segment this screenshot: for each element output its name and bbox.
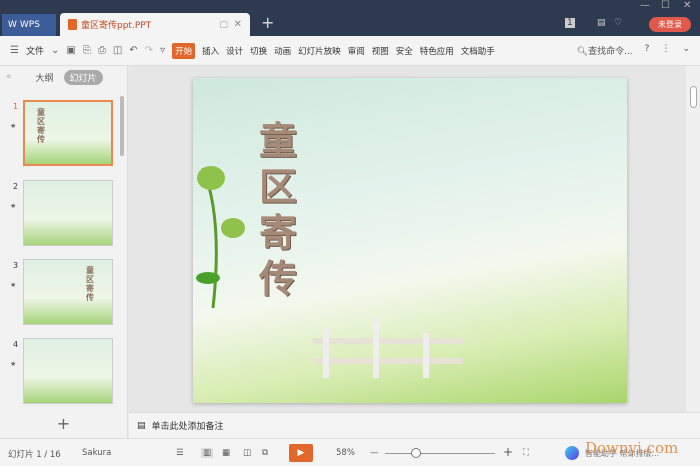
new-tab-button[interactable]: + <box>261 13 274 32</box>
menu-icon[interactable]: ☰ <box>10 45 19 56</box>
menu-review[interactable]: 审阅 <box>348 45 365 57</box>
slide-counter: 幻灯片 1 / 16 <box>8 450 61 460</box>
customize-icon[interactable]: ▿ <box>160 45 165 56</box>
minimize-icon[interactable]: — <box>640 0 650 11</box>
notes-area[interactable]: ▤ 单击此处添加备注 <box>129 412 700 438</box>
watermark: Downyi.com <box>585 439 679 457</box>
star-icon: ★ <box>10 202 17 210</box>
close-window-icon[interactable]: ✕ <box>683 0 691 11</box>
search-command[interactable]: 🔍︎查找命令... <box>577 44 633 57</box>
menu-transition[interactable]: 切换 <box>250 45 267 57</box>
menu-view[interactable]: 视图 <box>372 45 389 57</box>
wps-logo-icon: W <box>8 20 17 30</box>
collapse-ribbon-icon[interactable]: ⌄ <box>682 44 690 57</box>
menu-security[interactable]: 安全 <box>396 45 413 57</box>
star-icon: ★ <box>10 281 17 289</box>
wps-home-tab[interactable]: W WPS <box>2 14 56 36</box>
slide-thumbnail[interactable]: 1 ★ 童区寄传 <box>0 100 120 168</box>
normal-view-icon[interactable]: ▥ <box>201 448 214 458</box>
wps-tab-label: WPS <box>19 20 40 30</box>
panel-scrollbar[interactable] <box>120 96 124 156</box>
thumbnail-title: 童区寄传 <box>37 108 45 144</box>
vine-illustration <box>196 166 245 308</box>
ribbon-toolbar: ☰ 文件 ⌄ ▣ ⎘ ⎙ ◫ ↶ ↷ ▿ 开始 插入 设计 切换 动画 幻灯片放… <box>0 36 700 66</box>
file-menu[interactable]: 文件 <box>26 44 44 57</box>
menu-design[interactable]: 设计 <box>226 45 243 57</box>
thumbnail-image <box>23 180 113 246</box>
undo-icon[interactable]: ↶ <box>129 45 137 56</box>
thumbnail-image: 童区寄传 <box>23 100 113 166</box>
zoom-slider-handle[interactable] <box>411 448 421 458</box>
thumbnail-title: 童区寄传 <box>86 266 94 302</box>
slide-panel: « 大纲 幻灯片 1 ★ 童区寄传 2 ★ 3 ★ 童区寄传 4 ★ <box>0 66 128 412</box>
zoom-slider[interactable] <box>385 453 495 454</box>
search-label: 查找命令... <box>588 47 633 57</box>
save-icon[interactable]: ▣ <box>66 45 75 56</box>
slide-title[interactable]: 童区寄传 <box>259 118 303 302</box>
presenter-icon[interactable]: ⧉ <box>262 448 268 458</box>
close-tab-icon[interactable]: ✕ <box>234 19 242 30</box>
fence-illustration <box>313 318 463 378</box>
slide-canvas: 童区寄传 <box>129 66 686 412</box>
status-bar: 幻灯片 1 / 16 Sakura ☰ ▥ ▦ ◫ ⧉ ▶ 58% — + ⛶ … <box>0 438 700 466</box>
zoom-out-icon[interactable]: — <box>370 448 379 458</box>
title-bar: W WPS 童区寄传ppt.PPT ▢ ✕ + 1 ▤ ♡ 未登录 — ☐ ✕ <box>0 0 700 36</box>
thumbnail-image: 童区寄传 <box>23 259 113 325</box>
maximize-icon[interactable]: ☐ <box>661 0 670 11</box>
menu-slideshow[interactable]: 幻灯片放映 <box>298 45 341 57</box>
ppt-file-icon <box>68 19 77 30</box>
star-icon: ★ <box>10 360 17 368</box>
scroll-thumb[interactable] <box>690 86 697 108</box>
help-button[interactable]: ? <box>645 44 650 57</box>
add-slide-button[interactable]: + <box>0 412 128 438</box>
window-count-badge[interactable]: 1 <box>565 18 575 28</box>
menu-animation[interactable]: 动画 <box>274 45 291 57</box>
chevron-down-icon[interactable]: ⌄ <box>51 45 59 56</box>
notes-toggle-icon[interactable]: ☰ <box>176 448 184 458</box>
pin-icon[interactable]: ▢ <box>219 20 228 30</box>
assistant-icon[interactable] <box>565 446 579 460</box>
slide-number: 3 <box>13 261 19 270</box>
slide-thumbnail[interactable]: 3 ★ 童区寄传 <box>0 259 120 327</box>
slide-number: 2 <box>13 182 19 191</box>
menu-assistant[interactable]: 文档助手 <box>461 45 495 57</box>
skin-icon[interactable]: ♡ <box>614 18 622 28</box>
reading-view-icon[interactable]: ◫ <box>243 448 251 458</box>
export-icon[interactable]: ⎘ <box>83 45 91 56</box>
thumbnail-image <box>23 338 113 404</box>
zoom-level[interactable]: 58% <box>336 448 355 458</box>
preview-icon[interactable]: ◫ <box>113 45 122 56</box>
slide-number: 1 <box>13 102 19 111</box>
document-tab[interactable]: 童区寄传ppt.PPT ▢ ✕ <box>60 13 250 36</box>
more-icon[interactable]: ⋮ <box>661 44 670 57</box>
slide-thumbnail[interactable]: 2 ★ <box>0 180 120 248</box>
notes-placeholder: 单击此处添加备注 <box>151 422 224 432</box>
search-icon: 🔍︎ <box>576 47 589 57</box>
menu-features[interactable]: 特色应用 <box>420 45 454 57</box>
notes-icon: ▤ <box>137 420 146 431</box>
tab-outline[interactable]: 大纲 <box>36 71 54 84</box>
slide-thumbnail[interactable]: 4 ★ <box>0 338 120 406</box>
document-tab-label: 童区寄传ppt.PPT <box>81 21 152 31</box>
current-slide[interactable]: 童区寄传 <box>193 78 627 403</box>
zoom-in-icon[interactable]: + <box>503 445 513 459</box>
star-icon: ★ <box>10 122 17 130</box>
tab-slides[interactable]: 幻灯片 <box>63 69 103 85</box>
fit-window-icon[interactable]: ⛶ <box>523 448 529 458</box>
menu-start[interactable]: 开始 <box>172 42 196 59</box>
menu-insert[interactable]: 插入 <box>202 45 219 57</box>
collapse-panel-icon[interactable]: « <box>6 72 12 82</box>
print-icon[interactable]: ⎙ <box>98 45 106 56</box>
slide-number: 4 <box>13 340 19 349</box>
document-icon[interactable]: ▤ <box>597 18 606 28</box>
login-button[interactable]: 未登录 <box>649 17 691 32</box>
play-slideshow-button[interactable]: ▶ <box>289 444 313 462</box>
vertical-scrollbar[interactable] <box>686 66 700 412</box>
slide-sorter-icon[interactable]: ▦ <box>222 448 230 458</box>
theme-name[interactable]: Sakura <box>82 448 111 458</box>
redo-icon[interactable]: ↷ <box>145 45 153 56</box>
